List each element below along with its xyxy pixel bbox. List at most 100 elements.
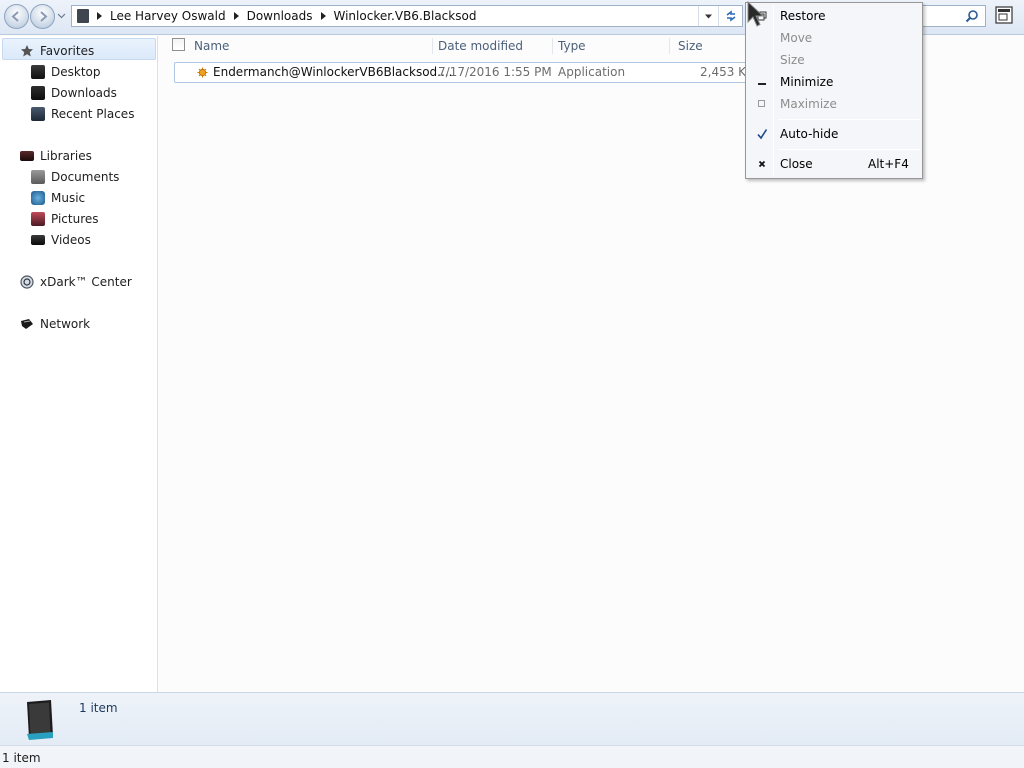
sidebar-item-label: xDark™ Center [40,274,132,289]
sidebar-item-favorites[interactable]: Favorites [20,40,94,61]
desktop-icon [31,64,45,79]
menu-item-move: Move [748,27,920,49]
chevron-down-icon [705,14,712,18]
sidebar-item-label: Recent Places [51,106,135,121]
breadcrumb-item-downloads[interactable]: Downloads [247,9,313,23]
application-icon [197,67,208,78]
minimize-icon [754,74,770,90]
menu-item-label: Auto-hide [780,127,839,141]
network-icon [21,318,33,329]
file-date-modified: 7/17/2016 1:55 PM [438,65,552,79]
menu-item-close[interactable]: Close Alt+F4 [748,153,920,175]
menu-separator [778,149,920,150]
sidebar-item-pictures[interactable]: Pictures [31,208,99,229]
downloads-icon [31,85,45,100]
sidebar-item-xdark-center[interactable]: xDark™ Center [20,271,132,292]
menu-item-label: Size [780,53,805,67]
menu-item-restore[interactable]: Restore [748,5,920,27]
sidebar-item-recent-places[interactable]: Recent Places [31,103,134,124]
column-header-label: Name [194,39,230,53]
mouse-cursor-icon [747,0,765,27]
sidebar-item-music[interactable]: Music [31,187,85,208]
breadcrumb-separator-icon[interactable] [233,12,239,20]
details-pane: 1 item [0,692,1024,745]
menu-item-maximize: Maximize [748,93,920,115]
sidebar-item-network[interactable]: Network [20,313,90,334]
breadcrumb-item-user[interactable]: Lee Harvey Oswald [110,9,226,23]
breadcrumb-separator-icon[interactable] [320,12,326,20]
documents-icon [31,169,45,184]
window-context-menu: Restore Move Size Minimize Maximize Auto… [745,2,923,179]
sidebar-item-desktop[interactable]: Desktop [31,61,101,82]
sidebar-item-downloads[interactable]: Downloads [31,82,117,103]
sidebar-item-label: Videos [51,232,91,247]
videos-icon [31,234,45,245]
refresh-icon [726,10,735,22]
sidebar-item-libraries[interactable]: Libraries [20,145,92,166]
refresh-button[interactable] [718,6,742,26]
sidebar-item-videos[interactable]: Videos [31,229,91,250]
menu-item-auto-hide[interactable]: Auto-hide [748,123,920,145]
column-header-type[interactable]: Type [558,36,586,56]
column-divider[interactable] [432,38,433,54]
details-item-count: 1 item [79,701,118,715]
menu-item-shortcut: Alt+F4 [868,157,909,171]
column-header-label: Type [558,39,586,53]
file-row[interactable]: Endermanch@WinlockerVB6Blacksod.... 7/17… [174,62,774,83]
menu-item-size: Size [748,49,920,71]
back-button[interactable] [4,4,29,29]
column-header-size[interactable]: Size [678,36,703,56]
file-name: Endermanch@WinlockerVB6Blacksod.... [213,65,453,79]
restore-window-icon[interactable] [995,6,1013,24]
music-icon [31,190,45,205]
column-divider[interactable] [669,38,670,54]
menu-item-label: Maximize [780,97,837,111]
forward-button[interactable] [30,4,55,29]
sidebar-item-label: Network [40,316,91,331]
xdark-center-icon [20,274,34,289]
column-header-label: Date modified [438,39,524,53]
menu-item-minimize[interactable]: Minimize [748,71,920,93]
sidebar-item-label: Music [51,190,86,205]
select-all-checkbox[interactable] [172,38,185,51]
column-header-date-modified[interactable]: Date modified [438,36,523,56]
sidebar-item-documents[interactable]: Documents [31,166,119,187]
sidebar-item-label: Downloads [51,85,117,100]
status-item-count: 1 item [2,751,41,765]
menu-separator [778,119,920,120]
breadcrumb-separator-icon[interactable] [97,12,102,20]
sidebar-item-label: Favorites [40,43,95,58]
breadcrumb: Lee Harvey Oswald Downloads Winlocker.VB… [95,6,476,26]
menu-item-label: Close [780,157,813,171]
pictures-icon [31,211,45,226]
address-history-dropdown[interactable] [698,6,718,26]
status-bar: 1 item [0,745,1024,768]
address-bar[interactable]: Lee Harvey Oswald Downloads Winlocker.VB… [71,5,743,27]
navigation-pane: Favorites Desktop Downloads Recent Place… [0,36,158,692]
forward-arrow-icon [40,11,48,22]
checkmark-icon [754,126,770,142]
search-box[interactable] [918,5,986,27]
recent-places-icon [31,106,45,121]
recent-pages-dropdown-icon[interactable] [57,11,66,20]
sidebar-item-label: Desktop [51,64,101,79]
column-header-name[interactable]: Name [194,36,229,56]
breadcrumb-item-folder[interactable]: Winlocker.VB6.Blacksod [334,9,477,23]
libraries-icon [20,150,34,161]
star-icon [21,44,33,56]
close-icon [754,156,770,172]
menu-item-label: Restore [780,9,826,23]
back-arrow-icon [11,11,19,22]
folder-icon [27,700,53,740]
search-icon[interactable] [965,9,979,23]
sidebar-item-label: Pictures [51,211,99,226]
sidebar-item-label: Libraries [40,148,92,163]
menu-item-label: Move [780,31,813,45]
menu-item-label: Minimize [780,75,834,89]
column-divider[interactable] [552,38,553,54]
column-header-label: Size [678,39,703,53]
file-type: Application [558,65,626,79]
computer-icon [77,9,89,23]
sidebar-item-label: Documents [51,169,120,184]
maximize-icon [754,96,770,112]
